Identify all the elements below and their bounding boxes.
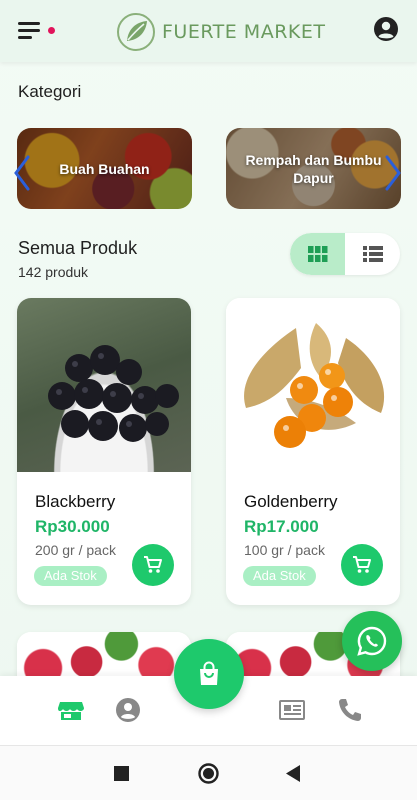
leaf-logo-icon <box>117 13 155 51</box>
product-count: 142 produk <box>18 264 89 280</box>
stock-badge: Ada Stok <box>243 566 316 586</box>
brand-name: FUERTE MARKET <box>162 21 326 43</box>
product-price: Rp30.000 <box>35 517 110 536</box>
category-label: Rempah dan Bumbu Dapur <box>245 151 382 186</box>
menu-icon-bar <box>18 36 32 39</box>
product-unit: 200 gr / pack <box>35 542 116 558</box>
category-label: Buah Buahan <box>59 160 150 177</box>
store-icon[interactable] <box>57 696 85 724</box>
goldenberry-image <box>244 323 385 448</box>
products-section-title: Semua Produk <box>18 238 138 258</box>
recents-square-icon[interactable] <box>114 766 129 781</box>
app-screen: FUERTE MARKET Kategori Buah Buahan Rempa… <box>0 0 417 745</box>
product-unit: 100 gr / pack <box>244 542 325 558</box>
top-app-bar: FUERTE MARKET <box>0 0 417 62</box>
blackberry-image <box>48 345 179 442</box>
product-image <box>226 298 400 472</box>
profile-icon[interactable] <box>114 696 142 724</box>
list-view-icon <box>363 246 383 262</box>
stock-badge: Ada Stok <box>34 566 107 586</box>
product-name: Goldenberry <box>244 492 338 511</box>
chevron-left-icon[interactable] <box>12 153 32 193</box>
system-navigation-bar <box>0 745 417 800</box>
phone-icon[interactable] <box>336 696 364 724</box>
product-image <box>17 298 191 472</box>
cart-icon <box>353 556 371 573</box>
add-to-cart-button[interactable] <box>341 544 383 586</box>
home-circle-icon[interactable] <box>198 763 219 784</box>
back-triangle-icon[interactable] <box>285 765 301 782</box>
shopping-bag-icon <box>200 661 218 685</box>
whatsapp-button[interactable] <box>342 611 402 671</box>
product-price: Rp17.000 <box>244 517 319 536</box>
category-section-title: Kategori <box>18 82 82 101</box>
shopping-bag-button[interactable] <box>174 639 244 709</box>
category-card-fruits[interactable]: Buah Buahan <box>17 128 192 209</box>
chevron-right-icon[interactable] <box>383 153 403 193</box>
cart-icon <box>144 556 162 573</box>
view-mode-toggle <box>290 233 400 275</box>
news-icon[interactable] <box>277 696 307 724</box>
product-name: Blackberry <box>35 492 116 511</box>
product-card[interactable]: Blackberry Rp30.000 200 gr / pack Ada St… <box>17 298 191 605</box>
menu-button[interactable] <box>18 20 58 42</box>
brand-logo: FUERTE MARKET <box>116 12 325 52</box>
menu-icon-bar <box>18 29 40 32</box>
notification-dot <box>48 27 55 34</box>
add-to-cart-button[interactable] <box>132 544 174 586</box>
list-view-button[interactable] <box>345 233 400 275</box>
grid-view-icon <box>308 246 328 262</box>
account-circle-icon[interactable] <box>373 16 399 42</box>
grid-view-button[interactable] <box>290 233 345 275</box>
category-card-spices[interactable]: Rempah dan Bumbu Dapur <box>226 128 401 209</box>
product-card[interactable]: Goldenberry Rp17.000 100 gr / pack Ada S… <box>226 298 400 605</box>
whatsapp-icon <box>357 626 387 656</box>
menu-icon <box>18 22 40 25</box>
